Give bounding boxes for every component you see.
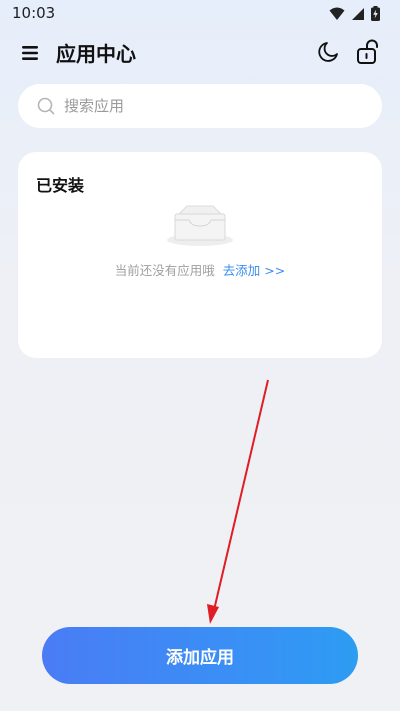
page-title: 应用中心: [56, 42, 136, 66]
cellular-signal-icon: [352, 7, 364, 20]
status-icons: [329, 6, 380, 21]
go-add-link[interactable]: 去添加 >>: [223, 263, 285, 278]
menu-icon[interactable]: [20, 42, 42, 64]
empty-state-row: 当前还没有应用哦 去添加 >>: [18, 260, 382, 279]
status-bar: 10:03: [0, 0, 400, 28]
installed-section-title: 已安装: [36, 176, 85, 195]
unlock-icon[interactable]: [356, 39, 380, 65]
search-icon: [37, 97, 55, 115]
installed-apps-card: 已安装 当前还没有应用哦 去添加 >>: [18, 152, 382, 358]
wifi-icon: [329, 7, 345, 20]
status-time: 10:03: [12, 4, 56, 22]
empty-state-text: 当前还没有应用哦: [114, 263, 215, 278]
app-header: 应用中心: [0, 30, 400, 76]
battery-charging-icon: [371, 6, 380, 21]
moon-icon[interactable]: [316, 40, 340, 64]
search-bar[interactable]: [18, 84, 382, 128]
empty-inbox-icon: [167, 205, 233, 246]
add-app-button[interactable]: 添加应用: [42, 627, 358, 684]
search-input[interactable]: [62, 96, 346, 116]
